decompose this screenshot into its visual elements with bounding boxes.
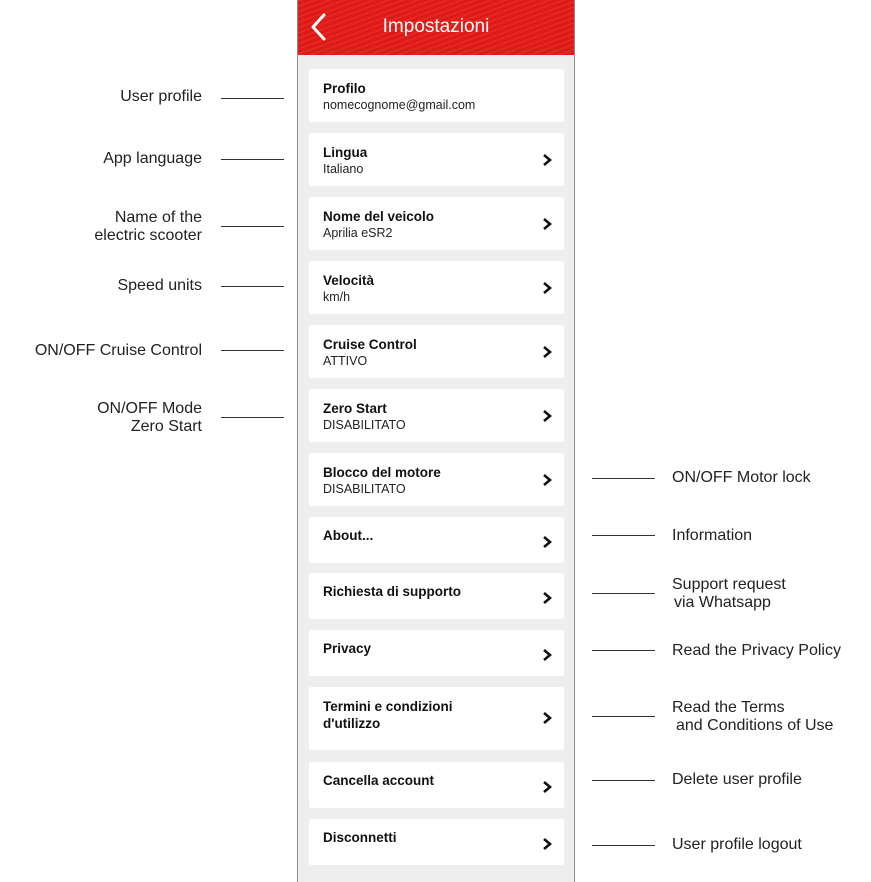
annotation-app-language: App language <box>103 150 202 168</box>
setting-title: Cruise Control <box>323 337 417 352</box>
setting-vehicle-name[interactable]: Nome del veicolo Aprilia eSR2 <box>309 197 564 250</box>
setting-logout[interactable]: Disconnetti <box>309 819 564 865</box>
annotation-leader-line <box>592 650 655 651</box>
setting-title: Privacy <box>323 641 372 656</box>
settings-screen: Impostazioni Profilo nomecognome@gmail.c… <box>297 0 575 882</box>
setting-title: Profilo <box>323 81 366 96</box>
annotation-text: electric scooter <box>94 227 202 244</box>
annotation-leader-line <box>592 535 655 536</box>
annotation-leader-line <box>221 159 284 160</box>
annotation-text: Speed units <box>117 277 202 294</box>
annotation-leader-line <box>221 417 284 418</box>
annotation-motor-lock: ON/OFF Motor lock <box>672 469 811 487</box>
setting-terms[interactable]: Termini e condizioni d'utilizzo <box>309 687 564 750</box>
chevron-right-icon <box>543 218 552 230</box>
annotation-leader-line <box>221 286 284 287</box>
chevron-right-icon <box>543 154 552 166</box>
setting-about[interactable]: About... <box>309 517 564 563</box>
chevron-right-icon <box>543 649 552 661</box>
annotation-text: User profile logout <box>672 836 802 853</box>
annotation-text: via Whatsapp <box>674 594 771 611</box>
setting-profile[interactable]: Profilo nomecognome@gmail.com <box>309 69 564 122</box>
setting-value: ATTIVO <box>323 354 368 368</box>
annotation-support-request: Support request via Whatsapp <box>672 576 786 612</box>
annotation-text: App language <box>103 150 202 167</box>
setting-zero-start[interactable]: Zero Start DISABILITATO <box>309 389 564 442</box>
chevron-right-icon <box>543 474 552 486</box>
annotation-text: Read the Privacy Policy <box>672 642 841 659</box>
setting-title: About... <box>323 528 374 543</box>
annotation-terms: Read the Terms and Conditions of Use <box>672 699 833 735</box>
setting-title: Disconnetti <box>323 830 397 845</box>
setting-speed[interactable]: Velocità km/h <box>309 261 564 314</box>
annotation-speed-units: Speed units <box>117 277 202 295</box>
annotation-text: ON/OFF Motor lock <box>672 469 811 486</box>
setting-title: Nome del veicolo <box>323 209 435 224</box>
chevron-right-icon <box>543 712 552 724</box>
annotation-leader-line <box>592 478 655 479</box>
setting-title: Cancella account <box>323 773 435 788</box>
annotation-privacy: Read the Privacy Policy <box>672 642 841 660</box>
annotation-leader-line <box>592 593 655 594</box>
annotation-leader-line <box>592 845 655 846</box>
annotation-text: and Conditions of Use <box>676 717 834 734</box>
annotation-text: Delete user profile <box>672 771 802 788</box>
setting-title: Velocità <box>323 273 375 288</box>
setting-privacy[interactable]: Privacy <box>309 630 564 676</box>
annotation-text: ON/OFF Cruise Control <box>34 342 202 359</box>
setting-support-request[interactable]: Richiesta di supporto <box>309 573 564 619</box>
annotation-zero-start: ON/OFF Mode Zero Start <box>97 400 202 436</box>
setting-motor-lock[interactable]: Blocco del motore DISABILITATO <box>309 453 564 506</box>
setting-value: km/h <box>323 290 351 304</box>
annotation-vehicle-name: Name of the electric scooter <box>94 209 202 245</box>
annotation-logout: User profile logout <box>672 836 802 854</box>
annotation-cruise-control: ON/OFF Cruise Control <box>35 342 202 360</box>
setting-delete-account[interactable]: Cancella account <box>309 762 564 808</box>
setting-value: nomecognome@gmail.com <box>323 98 476 112</box>
setting-title: Termini e condizioni <box>323 699 453 714</box>
chevron-right-icon <box>543 781 552 793</box>
chevron-right-icon <box>543 282 552 294</box>
annotation-leader-line <box>221 350 284 351</box>
setting-value: DISABILITATO <box>323 418 406 432</box>
setting-cruise-control[interactable]: Cruise Control ATTIVO <box>309 325 564 378</box>
annotation-text: Support request <box>672 576 786 593</box>
setting-title: Lingua <box>323 145 368 160</box>
setting-title: Richiesta di supporto <box>323 584 462 599</box>
annotation-leader-line <box>592 716 655 717</box>
annotation-leader-line <box>592 780 655 781</box>
annotation-delete-account: Delete user profile <box>672 771 802 789</box>
annotation-text: Information <box>672 527 753 544</box>
annotation-text: ON/OFF Mode <box>97 400 202 417</box>
setting-title: Zero Start <box>323 401 387 416</box>
annotation-leader-line <box>221 226 284 227</box>
annotation-text: Read the Terms <box>672 699 785 716</box>
setting-title: Blocco del motore <box>323 465 441 480</box>
annotation-text: Zero Start <box>130 418 202 435</box>
annotation-information: Information <box>672 527 752 545</box>
chevron-right-icon <box>543 410 552 422</box>
setting-language[interactable]: Lingua Italiano <box>309 133 564 186</box>
app-bar: Impostazioni <box>298 0 574 55</box>
setting-value: Italiano <box>323 162 364 176</box>
page-title: Impostazioni <box>382 16 490 37</box>
chevron-right-icon <box>543 346 552 358</box>
annotation-user-profile: User profile <box>120 88 202 106</box>
chevron-right-icon <box>543 536 552 548</box>
chevron-right-icon <box>543 592 552 604</box>
setting-value: Aprilia eSR2 <box>323 226 393 240</box>
setting-value: DISABILITATO <box>323 482 406 496</box>
annotation-text: User profile <box>120 88 202 105</box>
annotation-leader-line <box>221 98 284 99</box>
chevron-right-icon <box>543 838 552 850</box>
annotation-text: Name of the <box>114 209 202 226</box>
setting-title-line2: d'utilizzo <box>323 716 381 731</box>
